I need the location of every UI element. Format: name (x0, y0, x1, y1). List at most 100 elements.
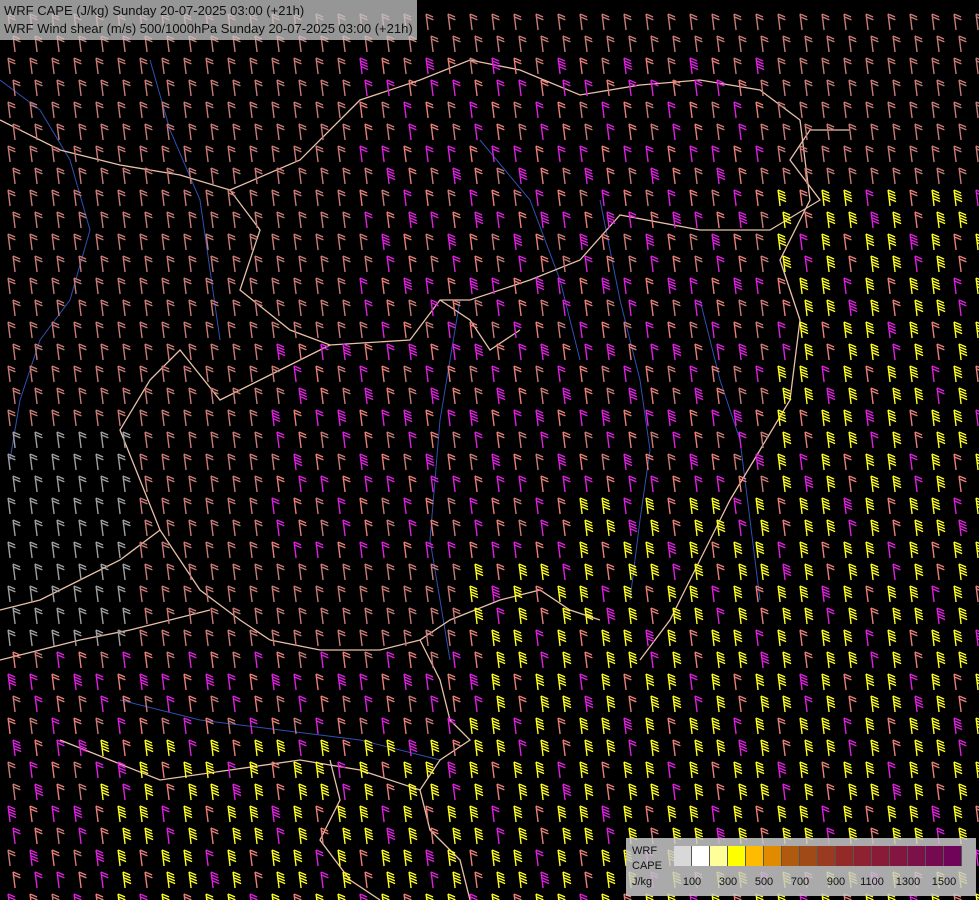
wind-barb (210, 563, 219, 581)
wind-barb (315, 893, 324, 900)
wind-barb (51, 585, 60, 603)
wind-barb (496, 35, 505, 53)
wind-barb (276, 387, 285, 405)
wind-barb (29, 145, 38, 163)
wind-barb (667, 13, 676, 31)
wind-barb (667, 409, 677, 427)
wind-barb (535, 13, 544, 31)
wind-barb (518, 211, 527, 229)
wind-barb (342, 519, 351, 537)
wind-barb (320, 651, 329, 669)
wind-barb (337, 57, 346, 75)
wind-barb (139, 189, 148, 207)
wind-barb (95, 849, 105, 867)
wind-barb (738, 695, 747, 713)
wind-barb (166, 475, 175, 493)
wind-barb (298, 607, 307, 625)
wind-barb (628, 783, 638, 801)
wind-barb (672, 299, 681, 317)
wind-barb (870, 651, 879, 669)
wind-barb (232, 255, 241, 273)
wind-barb (364, 739, 374, 757)
wind-barb (364, 211, 373, 229)
wind-barb (931, 717, 941, 735)
wind-barb (117, 365, 126, 383)
wind-barb (447, 761, 457, 779)
wind-barb (645, 761, 655, 779)
wind-barb (513, 321, 522, 339)
wind-barb (579, 365, 588, 383)
wind-barb (95, 101, 104, 119)
wind-barb (870, 255, 880, 273)
wind-barb (914, 35, 923, 53)
wind-barb (623, 409, 632, 427)
wind-barb (584, 695, 594, 713)
wind-barb (953, 673, 962, 691)
wind-barb (777, 189, 787, 207)
wind-barb (249, 717, 258, 735)
wind-barb (100, 827, 109, 845)
wind-barb (188, 343, 197, 361)
wind-barb (931, 101, 940, 119)
wind-barb (100, 783, 110, 801)
wind-barb (870, 431, 879, 449)
wind-barb (892, 211, 902, 229)
wind-barb (848, 255, 857, 273)
wind-barb (144, 739, 154, 757)
wind-barb (887, 629, 897, 647)
wind-barb (166, 299, 175, 317)
wind-barb (870, 739, 880, 757)
wind-barb (205, 233, 214, 251)
wind-barb (623, 673, 632, 691)
wind-barb (733, 101, 742, 119)
wind-barb (782, 387, 792, 405)
wind-barb (51, 805, 60, 823)
wind-barb (254, 871, 263, 889)
wind-barb (672, 475, 681, 493)
wind-barb (843, 57, 852, 75)
wind-barb (909, 101, 918, 119)
wind-barb (447, 849, 457, 867)
wind-barb (7, 497, 16, 515)
wind-barb (276, 651, 285, 669)
wind-barb (953, 541, 963, 559)
wind-barb (535, 233, 544, 251)
wind-barb (425, 321, 434, 339)
wind-barb (315, 277, 324, 295)
wind-barb (205, 189, 214, 207)
wind-barb (623, 13, 632, 31)
wind-barb (29, 805, 38, 823)
country-border (229, 59, 801, 191)
wind-barb (865, 233, 875, 251)
wind-barb (738, 607, 748, 625)
wind-barb (628, 607, 638, 625)
wind-barb (7, 365, 16, 383)
wind-barb (579, 849, 588, 867)
wind-barb (381, 145, 390, 163)
wind-barb (210, 607, 219, 625)
wind-barb (144, 607, 153, 625)
wind-barb (628, 739, 637, 757)
wind-barb (386, 563, 395, 581)
wind-barb (650, 167, 660, 185)
wind-barb (447, 717, 456, 735)
wind-barb (183, 849, 193, 867)
wind-barb (56, 431, 65, 449)
wind-barb (936, 739, 946, 757)
wind-barb (755, 57, 765, 75)
wind-barb (474, 519, 483, 537)
wind-barb (254, 475, 263, 493)
wind-barb (474, 563, 484, 581)
wind-barb (804, 431, 813, 449)
wind-barb (562, 563, 571, 581)
wind-barb (738, 519, 747, 537)
wind-barb (667, 541, 677, 559)
wind-barb (210, 783, 220, 801)
wind-barb (909, 717, 919, 735)
wind-barb (760, 387, 769, 405)
wind-barb (496, 255, 505, 273)
legend-tick-label: 500 (754, 876, 774, 888)
wind-barb (51, 365, 60, 383)
wind-barb (579, 585, 589, 603)
wind-barb (826, 299, 836, 317)
